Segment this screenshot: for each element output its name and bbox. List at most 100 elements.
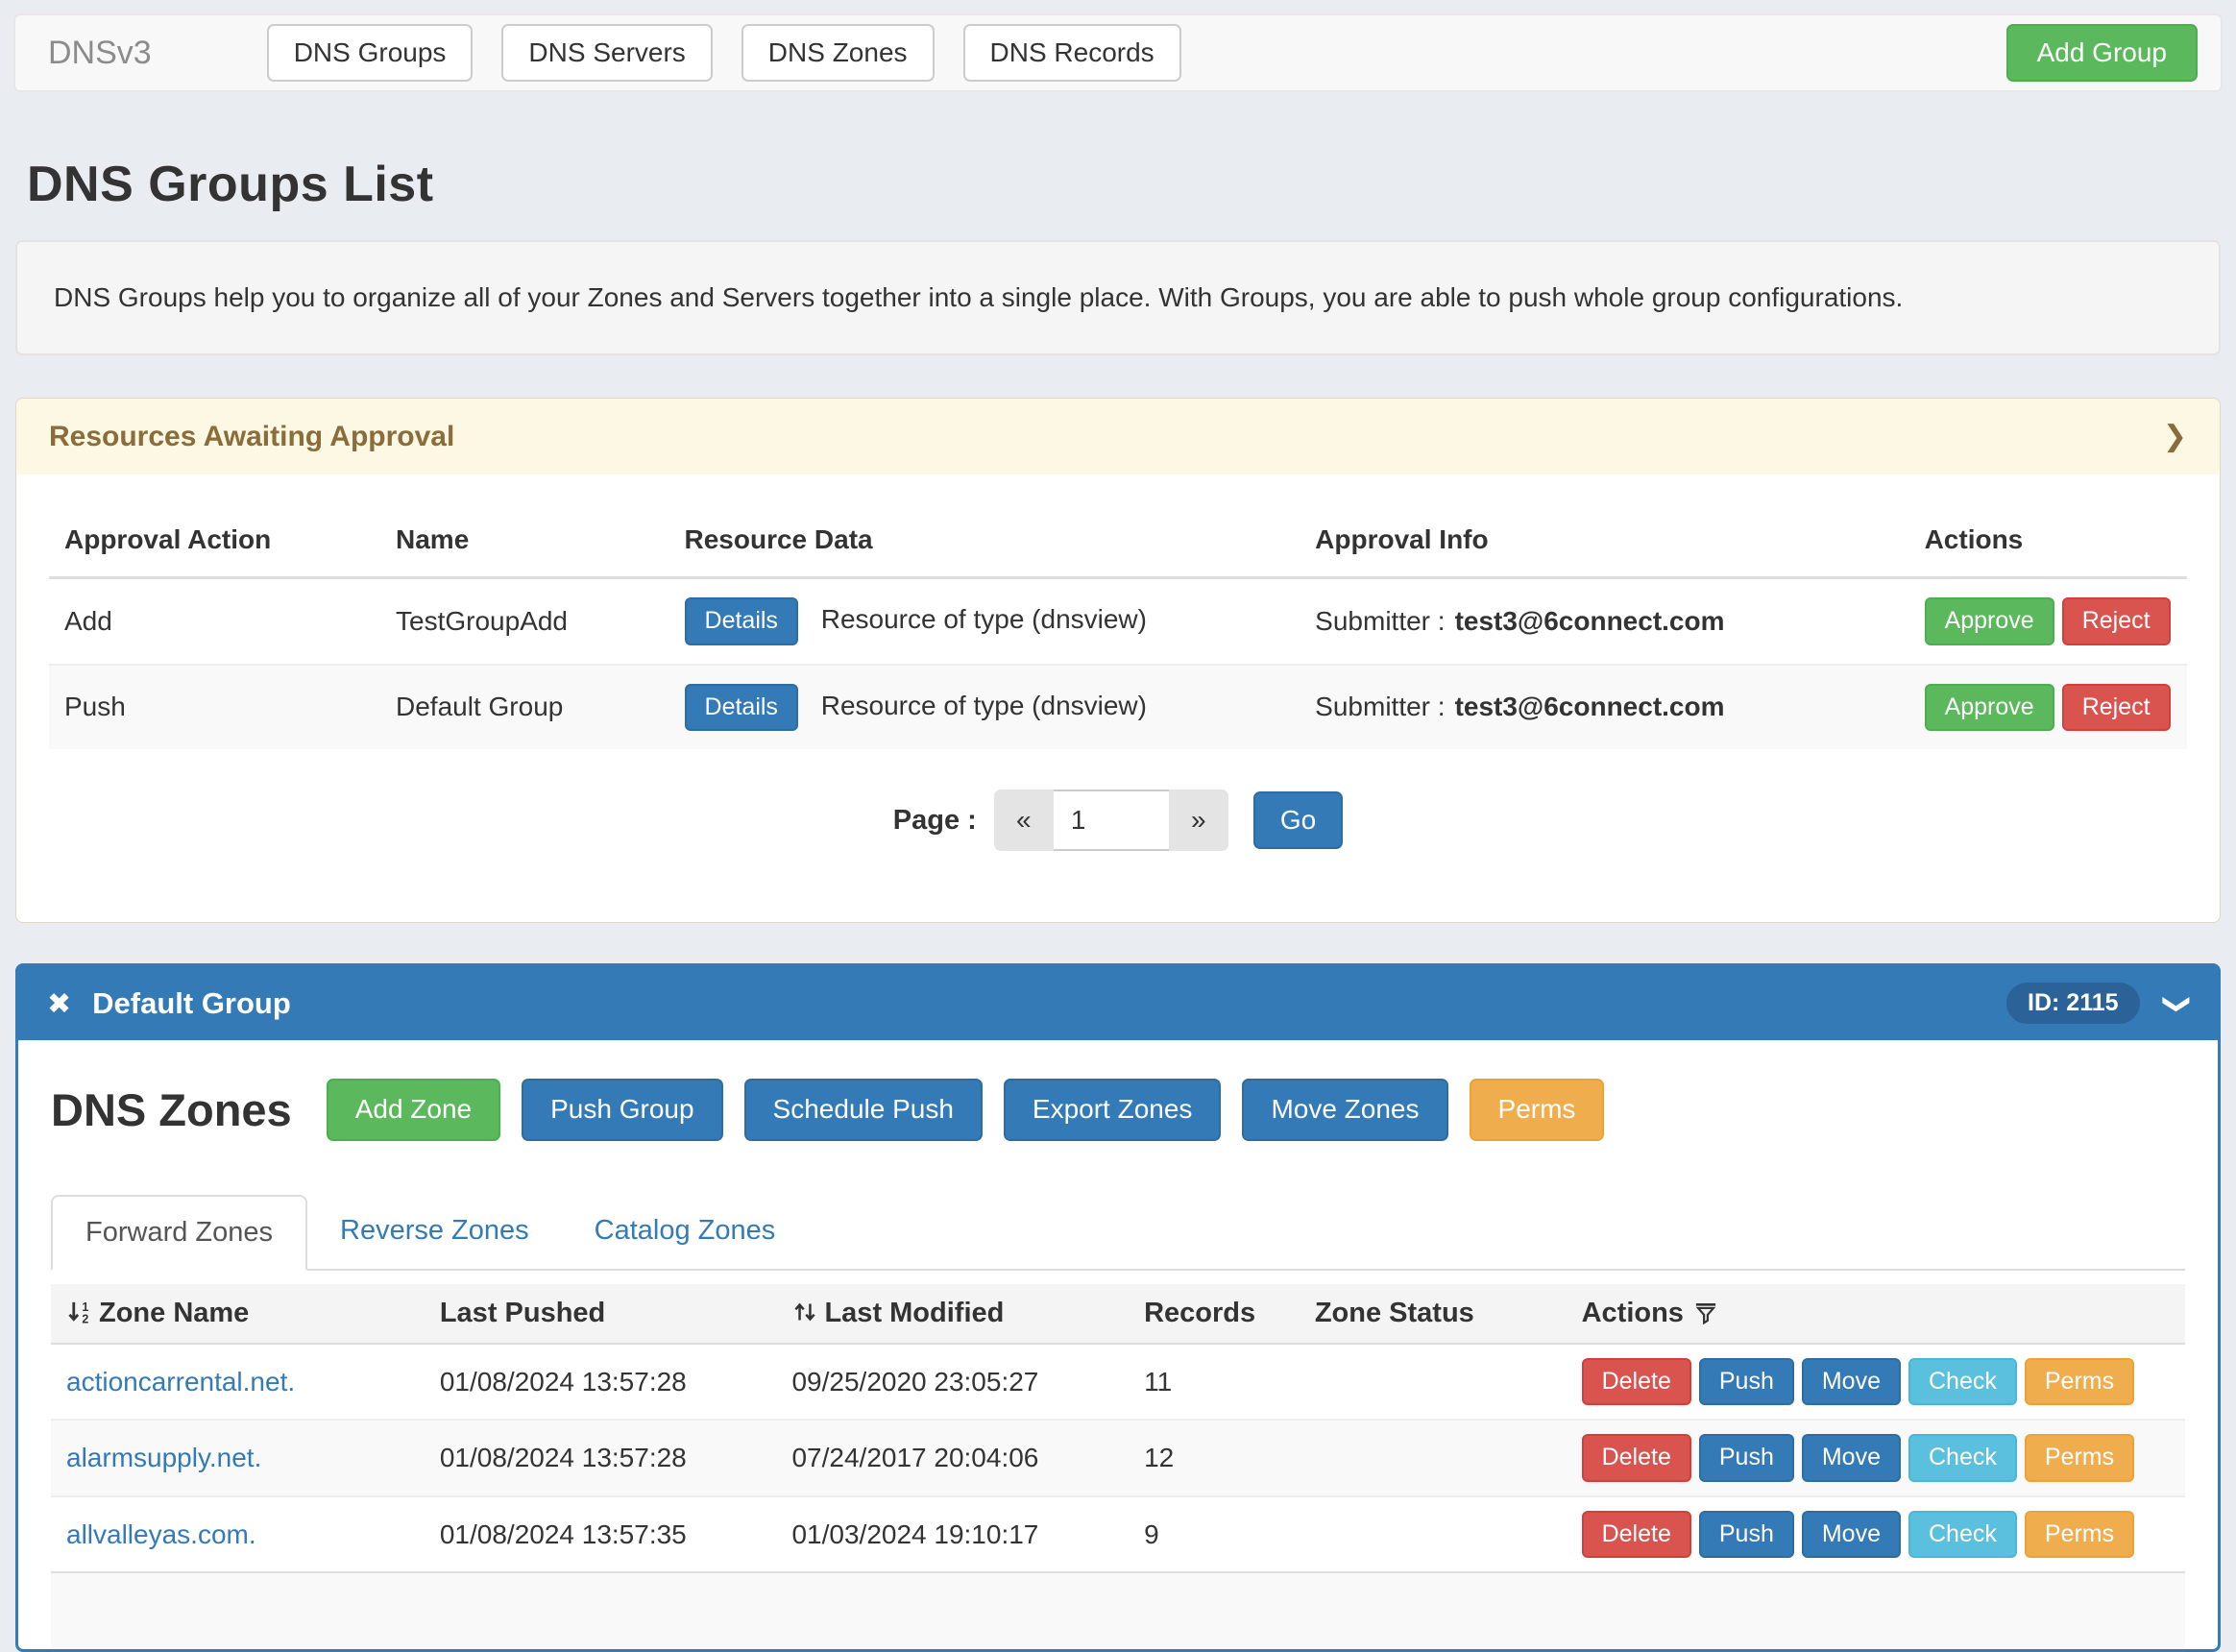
group-panel-header: Default Group ID: 2115: [18, 966, 2218, 1040]
move-zones-button[interactable]: Move Zones: [1242, 1079, 1447, 1141]
add-zone-button[interactable]: Add Zone: [327, 1079, 500, 1141]
sort-updown-icon: [791, 1299, 818, 1325]
tab-catalog-zones[interactable]: Catalog Zones: [562, 1195, 809, 1271]
approval-action-cell: Push: [49, 665, 380, 750]
delete-button[interactable]: Delete: [1582, 1511, 1691, 1559]
zones-header-row: 12Zone Name Last Pushed Last Modified Re…: [51, 1284, 2185, 1344]
push-button[interactable]: Push: [1699, 1434, 1794, 1482]
push-button[interactable]: Push: [1699, 1511, 1794, 1559]
resource-description: Resource of type (dnsview): [821, 691, 1147, 720]
check-button[interactable]: Check: [1908, 1358, 2017, 1406]
next-page-button[interactable]: »: [1169, 790, 1228, 851]
approval-info-cell: Submitter :test3@6connect.com: [1300, 665, 1908, 750]
zone-row: alarmsupply.net. 01/08/2024 13:57:28 07/…: [51, 1420, 2185, 1496]
col-last-pushed: Last Pushed: [425, 1284, 777, 1344]
details-button[interactable]: Details: [685, 597, 798, 645]
last-pushed-cell: 01/08/2024 13:57:28: [425, 1420, 777, 1496]
zone-status-cell: [1300, 1420, 1567, 1496]
col-last-modified[interactable]: Last Modified: [776, 1284, 1129, 1344]
push-button[interactable]: Push: [1699, 1358, 1794, 1406]
nav-dns-records-button[interactable]: DNS Records: [963, 24, 1181, 83]
zone-row: allvalleyas.com. 01/08/2024 13:57:35 01/…: [51, 1496, 2185, 1573]
details-button[interactable]: Details: [685, 684, 798, 732]
zone-row: actioncarrental.net. 01/08/2024 13:57:28…: [51, 1344, 2185, 1421]
chevron-down-icon[interactable]: [2167, 986, 2189, 1021]
col-approval-action: Approval Action: [49, 503, 380, 578]
col-actions: Actions: [1909, 503, 2187, 578]
zone-row-partial: [51, 1572, 2185, 1649]
reject-button[interactable]: Reject: [2062, 597, 2171, 645]
submitter-email: test3@6connect.com: [1455, 692, 1725, 721]
go-button[interactable]: Go: [1253, 791, 1343, 850]
approve-button[interactable]: Approve: [1925, 597, 2054, 645]
check-button[interactable]: Check: [1908, 1511, 2017, 1559]
top-navbar: DNSv3 DNS Groups DNS Servers DNS Zones D…: [13, 13, 2223, 92]
zone-name-link[interactable]: alarmsupply.net.: [66, 1443, 261, 1472]
last-pushed-cell: 01/08/2024 13:57:35: [425, 1496, 777, 1573]
delete-button[interactable]: Delete: [1582, 1434, 1691, 1482]
page-label: Page :: [893, 805, 977, 837]
tab-reverse-zones[interactable]: Reverse Zones: [307, 1195, 562, 1271]
zone-actions-cell: DeletePushMoveCheckPerms: [1567, 1420, 2185, 1496]
app-brand: DNSv3: [48, 35, 152, 72]
tab-forward-zones[interactable]: Forward Zones: [51, 1195, 307, 1271]
approval-row: Add TestGroupAdd Details Resource of typ…: [49, 578, 2187, 665]
filter-icon: [1693, 1300, 1718, 1325]
nav-dns-groups-button[interactable]: DNS Groups: [267, 24, 474, 83]
export-zones-button[interactable]: Export Zones: [1004, 1079, 1222, 1141]
last-modified-cell: 01/03/2024 19:10:17: [776, 1496, 1129, 1573]
move-button[interactable]: Move: [1802, 1434, 1901, 1482]
col-resource-data: Resource Data: [669, 503, 1300, 578]
submitter-label: Submitter :: [1315, 606, 1445, 636]
approve-button[interactable]: Approve: [1925, 684, 2054, 732]
last-modified-cell: 09/25/2020 23:05:27: [776, 1344, 1129, 1421]
add-group-button[interactable]: Add Group: [2006, 24, 2198, 83]
records-cell: 12: [1129, 1420, 1300, 1496]
approval-resource-cell: Details Resource of type (dnsview): [669, 665, 1300, 750]
zone-actions-cell: DeletePushMoveCheckPerms: [1567, 1344, 2185, 1421]
records-cell: 9: [1129, 1496, 1300, 1573]
perms-row-button[interactable]: Perms: [2025, 1434, 2134, 1482]
reject-button[interactable]: Reject: [2062, 684, 2171, 732]
records-cell: 11: [1129, 1344, 1300, 1421]
approval-name-cell: Default Group: [380, 665, 669, 750]
col-name: Name: [380, 503, 669, 578]
close-icon[interactable]: [47, 986, 71, 1021]
zone-status-cell: [1300, 1496, 1567, 1573]
page-description: DNS Groups help you to organize all of y…: [15, 240, 2221, 355]
nav-dns-zones-button[interactable]: DNS Zones: [741, 24, 935, 83]
col-zone-status: Zone Status: [1300, 1284, 1567, 1344]
schedule-push-button[interactable]: Schedule Push: [744, 1079, 983, 1141]
page-title: DNS Groups List: [27, 156, 2236, 213]
approval-action-cell: Add: [49, 578, 380, 665]
perms-button[interactable]: Perms: [1470, 1079, 1605, 1141]
dns-zones-heading: DNS Zones: [51, 1083, 292, 1136]
prev-page-button[interactable]: «: [994, 790, 1054, 851]
chevron-right-icon[interactable]: [2163, 420, 2187, 453]
perms-row-button[interactable]: Perms: [2025, 1511, 2134, 1559]
page-number-input[interactable]: [1054, 790, 1169, 851]
col-records: Records: [1129, 1284, 1300, 1344]
move-button[interactable]: Move: [1802, 1511, 1901, 1559]
last-modified-cell: 07/24/2017 20:04:06: [776, 1420, 1129, 1496]
col-zone-actions[interactable]: Actions: [1567, 1284, 2185, 1344]
move-button[interactable]: Move: [1802, 1358, 1901, 1406]
check-button[interactable]: Check: [1908, 1434, 2017, 1482]
push-group-button[interactable]: Push Group: [522, 1079, 722, 1141]
approval-actions-cell: ApproveReject: [1909, 578, 2187, 665]
svg-text:2: 2: [82, 1312, 88, 1324]
approval-header-row: Approval Action Name Resource Data Appro…: [49, 503, 2187, 578]
dns-zones-toolbar: DNS Zones Add Zone Push Group Schedule P…: [51, 1079, 2185, 1141]
approval-pagination: Page : « » Go: [49, 790, 2187, 851]
forward-zones-table: 12Zone Name Last Pushed Last Modified Re…: [51, 1284, 2185, 1650]
submitter-email: test3@6connect.com: [1455, 606, 1725, 636]
approval-name-cell: TestGroupAdd: [380, 578, 669, 665]
resource-description: Resource of type (dnsview): [821, 604, 1147, 634]
delete-button[interactable]: Delete: [1582, 1358, 1691, 1406]
last-pushed-cell: 01/08/2024 13:57:28: [425, 1344, 777, 1421]
col-zone-name[interactable]: 12Zone Name: [51, 1284, 425, 1344]
zone-name-link[interactable]: actioncarrental.net.: [66, 1367, 295, 1397]
zone-name-link[interactable]: allvalleyas.com.: [66, 1519, 256, 1549]
nav-dns-servers-button[interactable]: DNS Servers: [501, 24, 712, 83]
perms-row-button[interactable]: Perms: [2025, 1358, 2134, 1406]
